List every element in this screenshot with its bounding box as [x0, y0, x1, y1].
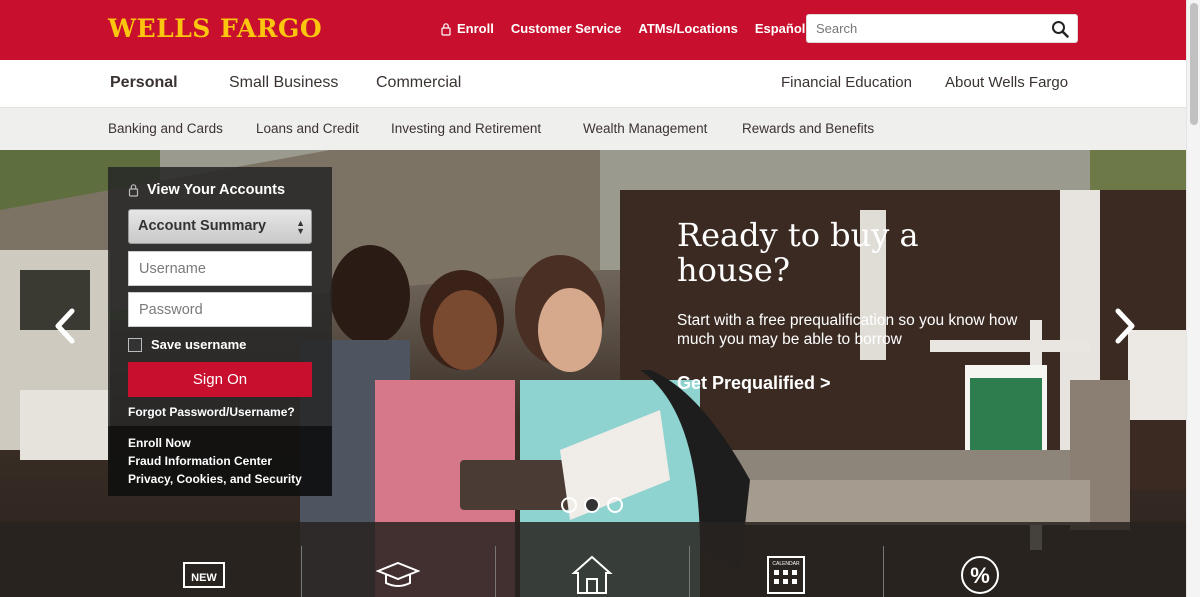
nav-commercial[interactable]: Commercial — [376, 74, 461, 92]
search-box — [806, 14, 1078, 43]
new-badge-text: NEW — [191, 572, 217, 584]
sign-on-heading: View Your Accounts — [128, 182, 285, 198]
select-arrows-icon: ▲ ▼ — [296, 218, 305, 236]
enroll-link[interactable]: Enroll — [441, 21, 494, 36]
nav-about[interactable]: About Wells Fargo — [945, 74, 1068, 91]
divider — [689, 546, 690, 597]
house-icon[interactable] — [570, 555, 614, 595]
sub-nav: Banking and Cards Loans and Credit Inves… — [0, 107, 1186, 150]
nav-personal[interactable]: Personal — [110, 74, 178, 92]
atms-locations-link[interactable]: ATMs/Locations — [638, 21, 737, 36]
customer-service-link[interactable]: Customer Service — [511, 21, 622, 36]
sign-on-heading-label: View Your Accounts — [147, 182, 286, 198]
get-prequalified-link[interactable]: Get Prequalified > — [677, 373, 831, 394]
percent-icon[interactable]: % — [958, 555, 1002, 595]
wells-fargo-logo[interactable]: WELLS FARGO — [108, 14, 322, 43]
graduation-cap-icon[interactable] — [376, 555, 420, 595]
fraud-info-link[interactable]: Fraud Information Center — [128, 454, 332, 468]
page-scrollbar[interactable] — [1186, 0, 1200, 597]
scrollbar-thumb[interactable] — [1190, 3, 1198, 125]
divider — [301, 546, 302, 597]
divider — [883, 546, 884, 597]
sign-on-panel: View Your Accounts Account Summary ▲▼ Sa… — [108, 167, 332, 496]
feature-strip: NEW CALENDAR % — [0, 522, 1186, 597]
calendar-icon[interactable]: CALENDAR — [764, 555, 808, 595]
save-username-label[interactable]: Save username — [151, 337, 246, 352]
nav-small-business[interactable]: Small Business — [229, 74, 338, 92]
sign-on-button[interactable]: Sign On — [128, 362, 312, 397]
subnav-investing[interactable]: Investing and Retirement — [391, 121, 541, 136]
carousel-next-arrow-icon[interactable] — [1113, 306, 1137, 346]
carousel-dots — [561, 497, 630, 513]
carousel-dot-3[interactable] — [607, 497, 623, 513]
espanol-link[interactable]: Español — [755, 21, 806, 36]
nav-financial-education[interactable]: Financial Education — [781, 74, 912, 91]
carousel-dot-2[interactable] — [584, 497, 600, 513]
calendar-text: CALENDAR — [772, 561, 800, 567]
divider — [495, 546, 496, 597]
subnav-rewards[interactable]: Rewards and Benefits — [742, 121, 874, 136]
main-nav: Personal Small Business Commercial Finan… — [0, 60, 1186, 107]
enroll-label: Enroll — [457, 21, 494, 36]
account-type-value: Account Summary — [138, 218, 267, 234]
svg-text:%: % — [970, 563, 990, 588]
search-icon[interactable] — [1051, 20, 1069, 38]
account-type-select[interactable]: Account Summary ▲ ▼ — [128, 209, 312, 244]
save-username-row: Save username — [128, 337, 246, 352]
enroll-now-link[interactable]: Enroll Now — [128, 436, 332, 450]
forgot-password-link[interactable]: Forgot Password/Username? — [128, 405, 295, 419]
carousel-dot-1[interactable] — [561, 497, 577, 513]
lock-icon — [441, 22, 451, 36]
carousel-prev-arrow-icon[interactable] — [53, 306, 77, 346]
hero-title: Ready to buy a house? — [677, 216, 919, 289]
password-field-wrap — [128, 292, 312, 327]
search-input[interactable] — [807, 15, 1037, 42]
subnav-loans[interactable]: Loans and Credit — [256, 121, 359, 136]
username-field-wrap — [128, 251, 312, 286]
sign-on-links: Enroll Now Fraud Information Center Priv… — [108, 426, 332, 496]
username-field[interactable] — [129, 252, 311, 285]
lock-icon — [128, 184, 139, 197]
subnav-wealth[interactable]: Wealth Management — [583, 121, 707, 136]
top-links: Enroll Customer Service ATMs/Locations E… — [441, 21, 822, 36]
hero-text: Start with a free prequalification so yo… — [677, 312, 1018, 348]
subnav-banking[interactable]: Banking and Cards — [108, 121, 223, 136]
new-badge-icon[interactable]: NEW — [182, 555, 226, 595]
password-field[interactable] — [129, 293, 311, 326]
privacy-link[interactable]: Privacy, Cookies, and Security — [128, 472, 332, 486]
save-username-checkbox[interactable] — [128, 337, 142, 352]
top-bar: WELLS FARGO Enroll Customer Service ATMs… — [0, 0, 1186, 60]
